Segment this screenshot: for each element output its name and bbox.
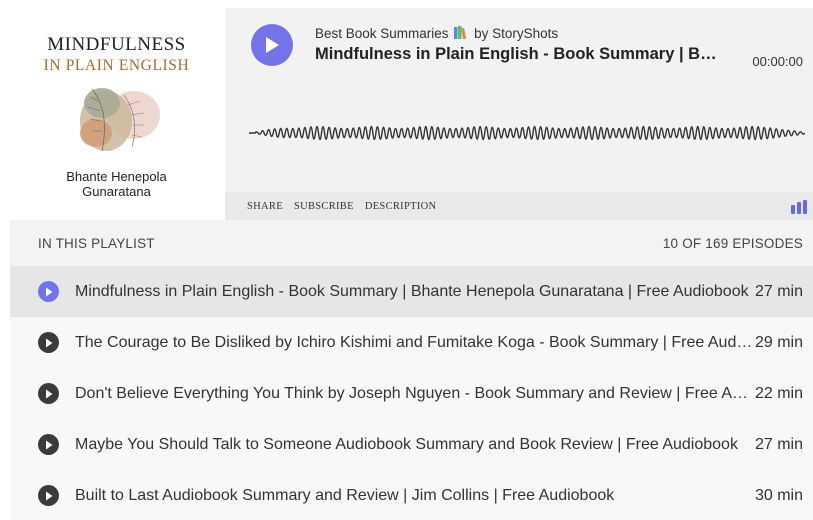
play-icon[interactable] [38, 434, 59, 455]
waveform-line [249, 125, 805, 141]
episode-count: 10 OF 169 EPISODES [662, 235, 803, 251]
playlist-item-duration: 27 min [754, 282, 803, 300]
playlist-item-duration: 22 min [754, 384, 803, 402]
player-footer: SHARE SUBSCRIBE DESCRIPTION [225, 192, 813, 220]
waveform[interactable] [249, 113, 805, 153]
playlist-item-duration: 29 min [754, 333, 803, 351]
playlist-header: IN THIS PLAYLIST 10 OF 169 EPISODES [10, 220, 813, 266]
playlist-item-title: Built to Last Audiobook Summary and Revi… [75, 486, 615, 504]
player-panel: Best Book Summaries by StoryShots Mindfu… [225, 8, 813, 220]
podcast-author-text: by StoryShots [474, 26, 559, 41]
playlist-item[interactable]: Maybe You Should Talk to Someone Audiobo… [10, 419, 813, 470]
playlist-item-title: Don't Believe Everything You Think by Jo… [75, 384, 755, 402]
play-icon[interactable] [38, 332, 59, 353]
episode-title: Mindfulness in Plain English - Book Summ… [315, 45, 725, 63]
cover-author-line1: Bhante Henepola [66, 169, 167, 184]
playlist-item[interactable]: Mindfulness in Plain English - Book Summ… [10, 266, 813, 317]
playlist-item-title: Mindfulness in Plain English - Book Summ… [75, 282, 749, 300]
leaf-illustration [79, 88, 160, 152]
cover-title-line2: IN PLAIN ENGLISH [43, 57, 190, 74]
cover-author: Bhante Henepola Gunaratana [66, 169, 166, 199]
cover-author-line2: Gunaratana [82, 184, 151, 199]
cover-art: MINDFULNESS IN PLAIN ENGLISH Bhante Hene… [8, 8, 225, 220]
playlist-item-title: Maybe You Should Talk to Someone Audiobo… [75, 435, 738, 453]
podcast-player: MINDFULNESS IN PLAIN ENGLISH Bhante Hene… [0, 0, 813, 220]
share-link[interactable]: SHARE [247, 201, 283, 212]
subscribe-link[interactable]: SUBSCRIBE [294, 201, 354, 212]
books-icon [454, 26, 468, 42]
description-link[interactable]: DESCRIPTION [365, 201, 437, 212]
podcast-name[interactable]: Best Book Summaries by StoryShots [315, 26, 558, 42]
play-icon[interactable] [38, 383, 59, 404]
playlist-item[interactable]: Built to Last Audiobook Summary and Revi… [10, 470, 813, 520]
play-icon [266, 37, 279, 53]
time-display: 00:00:00 [752, 54, 803, 69]
play-button[interactable] [251, 24, 293, 66]
playlist-item[interactable]: Don't Believe Everything You Think by Jo… [10, 368, 813, 419]
play-icon[interactable] [38, 281, 59, 302]
playlist-label: IN THIS PLAYLIST [38, 235, 155, 251]
podcast-name-text: Best Book Summaries [315, 26, 449, 41]
playlist: Mindfulness in Plain English - Book Summ… [10, 266, 813, 520]
playlist-item-title: The Courage to Be Disliked by Ichiro Kis… [75, 333, 755, 351]
playlist-item-duration: 30 min [754, 486, 803, 504]
playlist-item-duration: 27 min [754, 435, 803, 453]
cover-title-line1: MINDFULNESS [47, 34, 186, 55]
playlist-item[interactable]: The Courage to Be Disliked by Ichiro Kis… [10, 317, 813, 368]
play-icon[interactable] [38, 485, 59, 506]
logo-bars-icon[interactable] [791, 200, 807, 214]
